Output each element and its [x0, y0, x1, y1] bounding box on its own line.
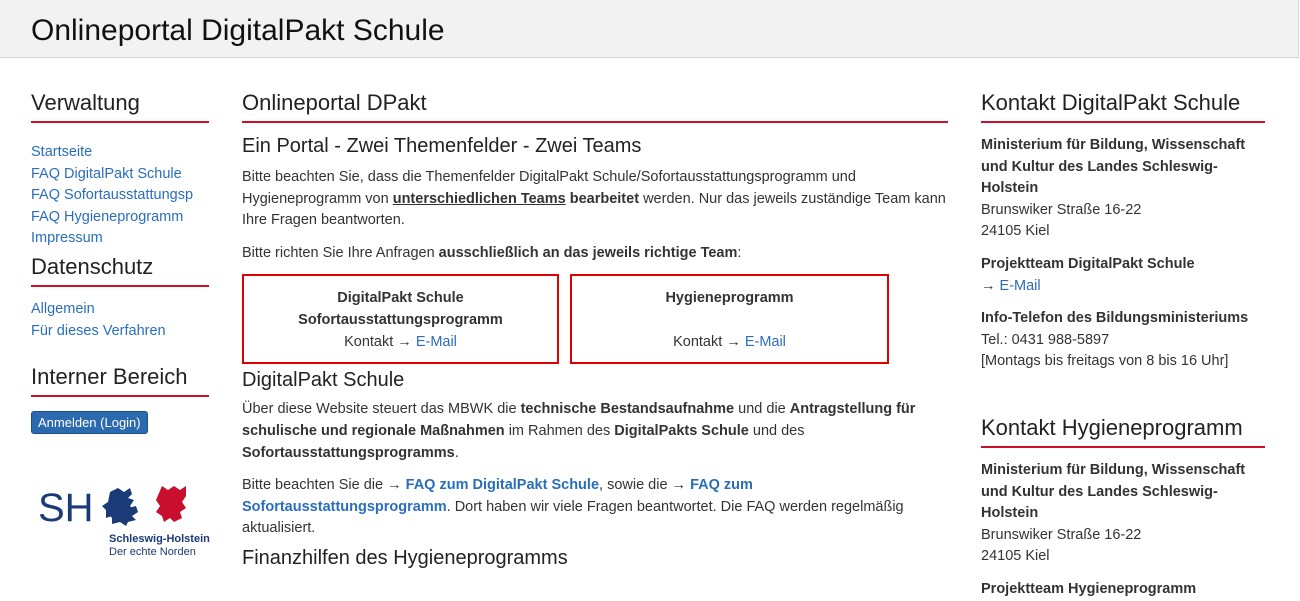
dp-text-i: .: [454, 444, 459, 461]
box2-spacer: [572, 310, 887, 332]
nettle-icon: [156, 486, 186, 522]
ministry-street-2: Brunswiker Straße 16-22: [981, 526, 1142, 543]
nav-link-impressum[interactable]: Impressum: [31, 230, 103, 246]
dp-text-e: im Rahmen des: [504, 422, 615, 439]
dp-text-b: technische Bestandsaufnahme: [520, 401, 735, 418]
intro-text-teams: unterschiedlichen Teams: [392, 190, 566, 207]
request-text-bold: ausschließlich an das jeweils richtige T…: [438, 244, 738, 261]
nav-link-verfahren[interactable]: Für dieses Verfahren: [31, 323, 166, 339]
left-sidebar: Verwaltung Startseite FAQ DigitalPakt Sc…: [31, 90, 209, 435]
right-sidebar: Kontakt DigitalPakt Schule Ministerium f…: [981, 90, 1265, 601]
box2-contact: Kontakt → E-Mail: [572, 332, 887, 354]
datenschutz-heading: Datenschutz: [31, 254, 209, 287]
logo-letters: SH: [38, 486, 94, 530]
portal-subtitle: Ein Portal - Zwei Themenfelder - Zwei Te…: [242, 135, 642, 157]
info-telefon-number: Tel.: 0431 988-5897: [981, 331, 1110, 348]
request-text-c: :: [737, 244, 742, 261]
ministry-city-2: 24105 Kiel: [981, 548, 1050, 565]
faq-paragraph: Bitte beachten Sie die → FAQ zum Digital…: [242, 475, 948, 540]
projektteam-digitalpakt-contact: → E-Mail: [981, 276, 1265, 298]
verwaltung-heading: Verwaltung: [31, 90, 209, 123]
nav-item-faq-sofortausstattung[interactable]: FAQ Sofortausstattungsp: [31, 185, 209, 207]
intro-text-bearbeitet: bearbeitet: [565, 190, 640, 207]
request-paragraph: Bitte richten Sie Ihre Anfragen ausschli…: [242, 243, 948, 265]
nav-link-faq-digitalpakt[interactable]: FAQ DigitalPakt Schule: [31, 166, 182, 182]
site-title: Onlineportal DigitalPakt Schule: [31, 14, 445, 47]
finanzhilfen-heading: Finanzhilfen des Hygieneprogramms: [242, 546, 568, 569]
nav-item-verfahren[interactable]: Für dieses Verfahren: [31, 321, 209, 343]
lions-icon: [102, 488, 138, 526]
page-title: Onlineportal DPakt: [242, 90, 948, 123]
box1-contact-label: Kontakt →: [344, 333, 416, 350]
team-boxes: DigitalPakt Schule Sofortausstattungspro…: [242, 274, 948, 367]
intro-paragraph: Bitte beachten Sie, dass die Themenfelde…: [242, 167, 948, 232]
digitalpakt-heading: DigitalPakt Schule: [242, 369, 405, 392]
box1-title: DigitalPakt Schule: [337, 290, 464, 307]
datenschutz-nav: Allgemein Für dieses Verfahren: [31, 299, 209, 342]
info-telefon-title: Info-Telefon des Bildungsministeriums: [981, 310, 1249, 327]
ministry-name: Ministerium für Bildung, Wissenschaft un…: [981, 137, 1246, 197]
faq-text-b: , sowie die →: [599, 477, 691, 494]
ministry-street: Brunswiker Straße 16-22: [981, 201, 1142, 218]
ministry-name-2: Ministerium für Bildung, Wissenschaft un…: [981, 461, 1246, 522]
arrow-label: →: [981, 277, 1000, 294]
nav-item-impressum[interactable]: Impressum: [31, 228, 209, 250]
verwaltung-nav: Startseite FAQ DigitalPakt Schule FAQ So…: [31, 142, 209, 250]
dp-text-g: und des: [748, 422, 805, 439]
dp-text-f: DigitalPakts Schule: [614, 422, 749, 439]
nav-link-startseite[interactable]: Startseite: [31, 144, 92, 160]
digitalpakt-paragraph: Über diese Website steuert das MBWK die …: [242, 399, 948, 464]
faq-text-a: Bitte beachten Sie die →: [242, 477, 406, 494]
ministry-city: 24105 Kiel: [981, 223, 1050, 240]
schleswig-holstein-logo: SH Schleswig-Holstein Der echte Norden: [38, 486, 210, 558]
login-button[interactable]: Anmelden (Login): [31, 411, 148, 435]
main-content: Onlineportal DPakt Ein Portal - Zwei The…: [242, 90, 948, 570]
team-box-hygiene: Hygieneprogramm Kontakt → E-Mail: [570, 274, 889, 365]
box1-contact: Kontakt → E-Mail: [244, 332, 557, 354]
dp-text-c: und die: [734, 401, 790, 418]
logo-line2: Der echte Norden: [109, 546, 196, 558]
dp-text-a: Über diese Website steuert das MBWK die: [242, 401, 521, 418]
digitalpakt-email-link[interactable]: E-Mail: [1000, 278, 1041, 294]
info-telefon-hours: [Montags bis freitags von 8 bis 16 Uhr]: [981, 353, 1229, 370]
logo-line1: Schleswig-Holstein: [109, 533, 210, 545]
nav-item-faq-digitalpakt[interactable]: FAQ DigitalPakt Schule: [31, 164, 209, 186]
intern-heading: Interner Bereich: [31, 364, 209, 398]
kontakt-digitalpakt-heading: Kontakt DigitalPakt Schule: [981, 90, 1265, 123]
nav-item-faq-hygiene[interactable]: FAQ Hygieneprogramm: [31, 207, 209, 229]
projektteam-hygiene: Projektteam Hygieneprogramm: [981, 580, 1197, 597]
nav-item-allgemein[interactable]: Allgemein: [31, 299, 209, 321]
team-box-digitalpakt: DigitalPakt Schule Sofortausstattungspro…: [242, 274, 559, 365]
box2-email-link[interactable]: E-Mail: [745, 334, 786, 350]
box1-subtitle: Sofortausstattungsprogramm: [298, 311, 503, 328]
nav-link-faq-hygiene[interactable]: FAQ Hygieneprogramm: [31, 209, 183, 225]
box2-contact-label: Kontakt →: [673, 333, 745, 350]
request-text-a: Bitte richten Sie Ihre Anfragen: [242, 244, 439, 261]
box1-email-link[interactable]: E-Mail: [416, 334, 457, 350]
dp-text-h: Sofortausstattungsprogramms: [242, 444, 455, 461]
page-header: Onlineportal DigitalPakt Schule: [0, 0, 1299, 58]
kontakt-hygiene-heading: Kontakt Hygieneprogramm: [981, 415, 1265, 448]
faq-digitalpakt-link[interactable]: FAQ zum DigitalPakt Schule: [406, 477, 599, 493]
projektteam-digitalpakt: Projektteam DigitalPakt Schule: [981, 255, 1195, 272]
nav-item-startseite[interactable]: Startseite: [31, 142, 209, 164]
box2-title: Hygieneprogramm: [665, 290, 794, 307]
nav-link-allgemein[interactable]: Allgemein: [31, 301, 95, 317]
nav-link-faq-sofortausstattung[interactable]: FAQ Sofortausstattungsp: [31, 187, 193, 203]
